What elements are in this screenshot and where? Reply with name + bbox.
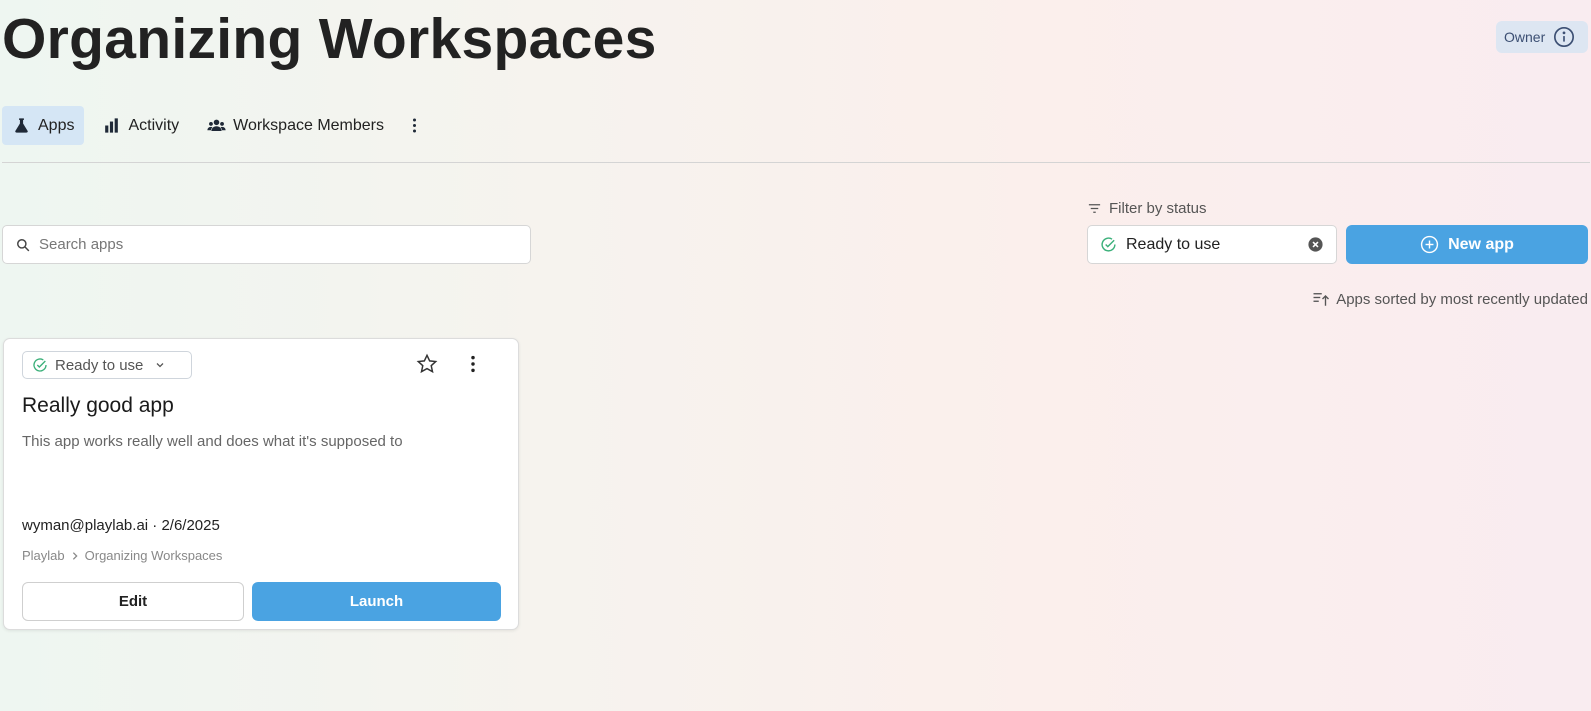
tab-apps-label: Apps [38, 116, 75, 134]
new-app-label: New app [1448, 235, 1514, 253]
bar-chart-icon [105, 118, 119, 133]
tab-workspace-members[interactable]: Workspace Members [197, 106, 394, 145]
info-icon[interactable] [1553, 26, 1575, 48]
star-icon[interactable] [416, 353, 438, 375]
clear-icon[interactable] [1307, 236, 1324, 253]
status-filter-select[interactable]: Ready to use [1087, 225, 1337, 264]
app-title: Really good app [22, 394, 174, 417]
flask-icon [15, 118, 28, 133]
app-status-label: Ready to use [55, 356, 144, 374]
tab-divider [2, 162, 1590, 163]
filter-label: Filter by status [1087, 200, 1207, 217]
chevron-down-icon [156, 363, 164, 368]
users-icon [207, 119, 226, 132]
tab-activity[interactable]: Activity [92, 106, 189, 145]
role-badge[interactable]: Owner [1496, 21, 1588, 53]
plus-circle-icon [1420, 235, 1439, 254]
role-badge-label: Owner [1504, 29, 1546, 45]
filter-icon [1088, 204, 1101, 213]
tabs-more-button[interactable] [402, 106, 426, 145]
tab-bar: Apps Activity Workspace Members [2, 106, 434, 145]
app-status-dropdown[interactable]: Ready to use [22, 351, 192, 379]
app-card: Ready to use Really good app This app wo… [3, 338, 519, 630]
launch-button[interactable]: Launch [252, 582, 501, 621]
chevron-right-icon [72, 551, 78, 560]
breadcrumb-item[interactable]: Playlab [22, 548, 65, 563]
app-meta: wyman@playlab.ai · 2/6/2025 [22, 517, 220, 534]
sort-label-text: Apps sorted by most recently updated [1336, 290, 1588, 308]
edit-button[interactable]: Edit [22, 582, 244, 621]
check-circle-icon [33, 358, 47, 372]
check-circle-icon [1101, 237, 1116, 252]
sort-indicator[interactable]: Apps sorted by most recently updated [1312, 290, 1588, 308]
breadcrumb: Playlab Organizing Workspaces [22, 548, 222, 563]
search-box[interactable] [2, 225, 531, 264]
status-filter-value: Ready to use [1126, 235, 1221, 253]
more-vertical-icon [412, 118, 416, 133]
more-vertical-icon[interactable] [462, 353, 484, 375]
new-app-button[interactable]: New app [1346, 225, 1588, 264]
tab-activity-label: Activity [128, 116, 180, 134]
search-input[interactable] [39, 236, 530, 253]
tab-apps[interactable]: Apps [2, 106, 85, 145]
filter-label-text: Filter by status [1109, 200, 1207, 217]
page-title: Organizing Workspaces [2, 7, 657, 71]
app-description: This app works really well and does what… [22, 433, 403, 450]
search-icon [17, 238, 30, 251]
sort-icon [1313, 293, 1330, 306]
tab-workspace-members-label: Workspace Members [233, 116, 384, 134]
breadcrumb-item[interactable]: Organizing Workspaces [85, 548, 223, 563]
